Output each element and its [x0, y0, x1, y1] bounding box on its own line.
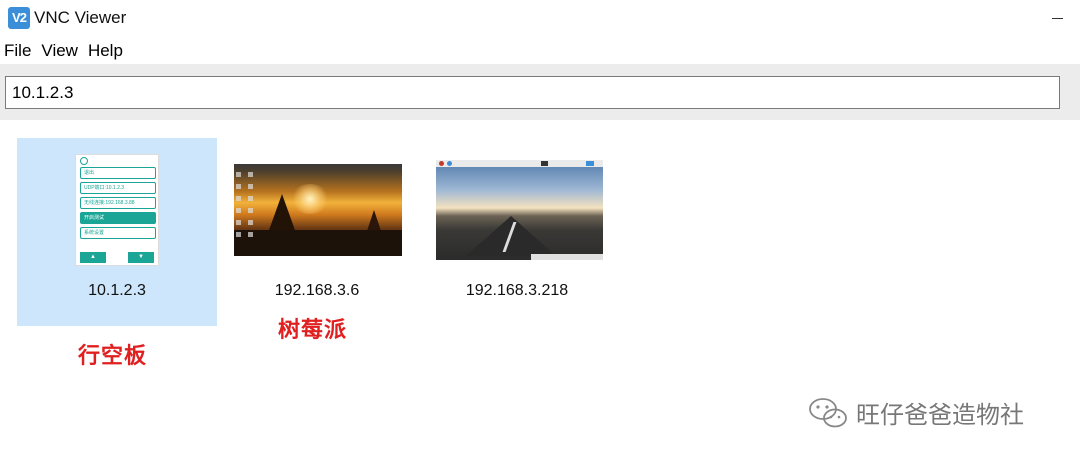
- connection-tile-10-1-2-3[interactable]: 退出 UDP端口:10.1.2.3 无线连接:192.168.3.88 开启测试…: [17, 138, 217, 326]
- connection-label: 10.1.2.3: [88, 282, 146, 299]
- menu-view[interactable]: View: [37, 38, 82, 64]
- phone-up-button: ▲: [80, 252, 106, 263]
- annotation-second: 树莓派: [278, 318, 348, 343]
- menu-file[interactable]: File: [0, 38, 35, 64]
- menu-bar: File View Help: [0, 38, 129, 64]
- menu-help[interactable]: Help: [84, 38, 127, 64]
- phone-row-test: 开启测试: [80, 212, 156, 224]
- phone-row-settings: 系统设置: [80, 227, 156, 239]
- connection-thumbnail: [234, 164, 402, 256]
- address-input[interactable]: [5, 76, 1060, 109]
- address-toolbar: [0, 64, 1080, 120]
- taskbar-bottom: [531, 254, 603, 260]
- annotation-first: 行空板: [78, 344, 148, 369]
- vnc-logo-icon: V2: [8, 7, 30, 29]
- minimize-icon[interactable]: [1050, 9, 1066, 25]
- taskbar: [436, 160, 603, 167]
- phone-down-button: ▼: [128, 252, 154, 263]
- phone-row-exit: 退出: [80, 167, 156, 179]
- connection-label: 192.168.3.6: [274, 282, 360, 299]
- desktop-icons: [236, 170, 264, 248]
- connection-thumbnail: 退出 UDP端口:10.1.2.3 无线连接:192.168.3.88 开启测试…: [75, 154, 159, 266]
- app-logo-icon: [80, 157, 88, 165]
- wechat-icon: [809, 397, 847, 427]
- connection-tile-192-168-3-218[interactable]: 192.168.3.218: [417, 138, 617, 326]
- connection-thumbnail: [436, 160, 603, 260]
- phone-row-wireless: 无线连接:192.168.3.88: [80, 197, 156, 209]
- title-bar: V2 VNC Viewer: [0, 0, 1080, 38]
- window-title: VNC Viewer: [34, 8, 127, 27]
- connection-label: 192.168.3.218: [465, 282, 569, 299]
- watermark-text: 旺仔爸爸造物社: [856, 401, 1024, 429]
- watermark: 旺仔爸爸造物社: [808, 395, 1024, 430]
- phone-row-udp: UDP端口:10.1.2.3: [80, 182, 156, 194]
- connection-tile-192-168-3-6[interactable]: 192.168.3.6: [217, 138, 417, 326]
